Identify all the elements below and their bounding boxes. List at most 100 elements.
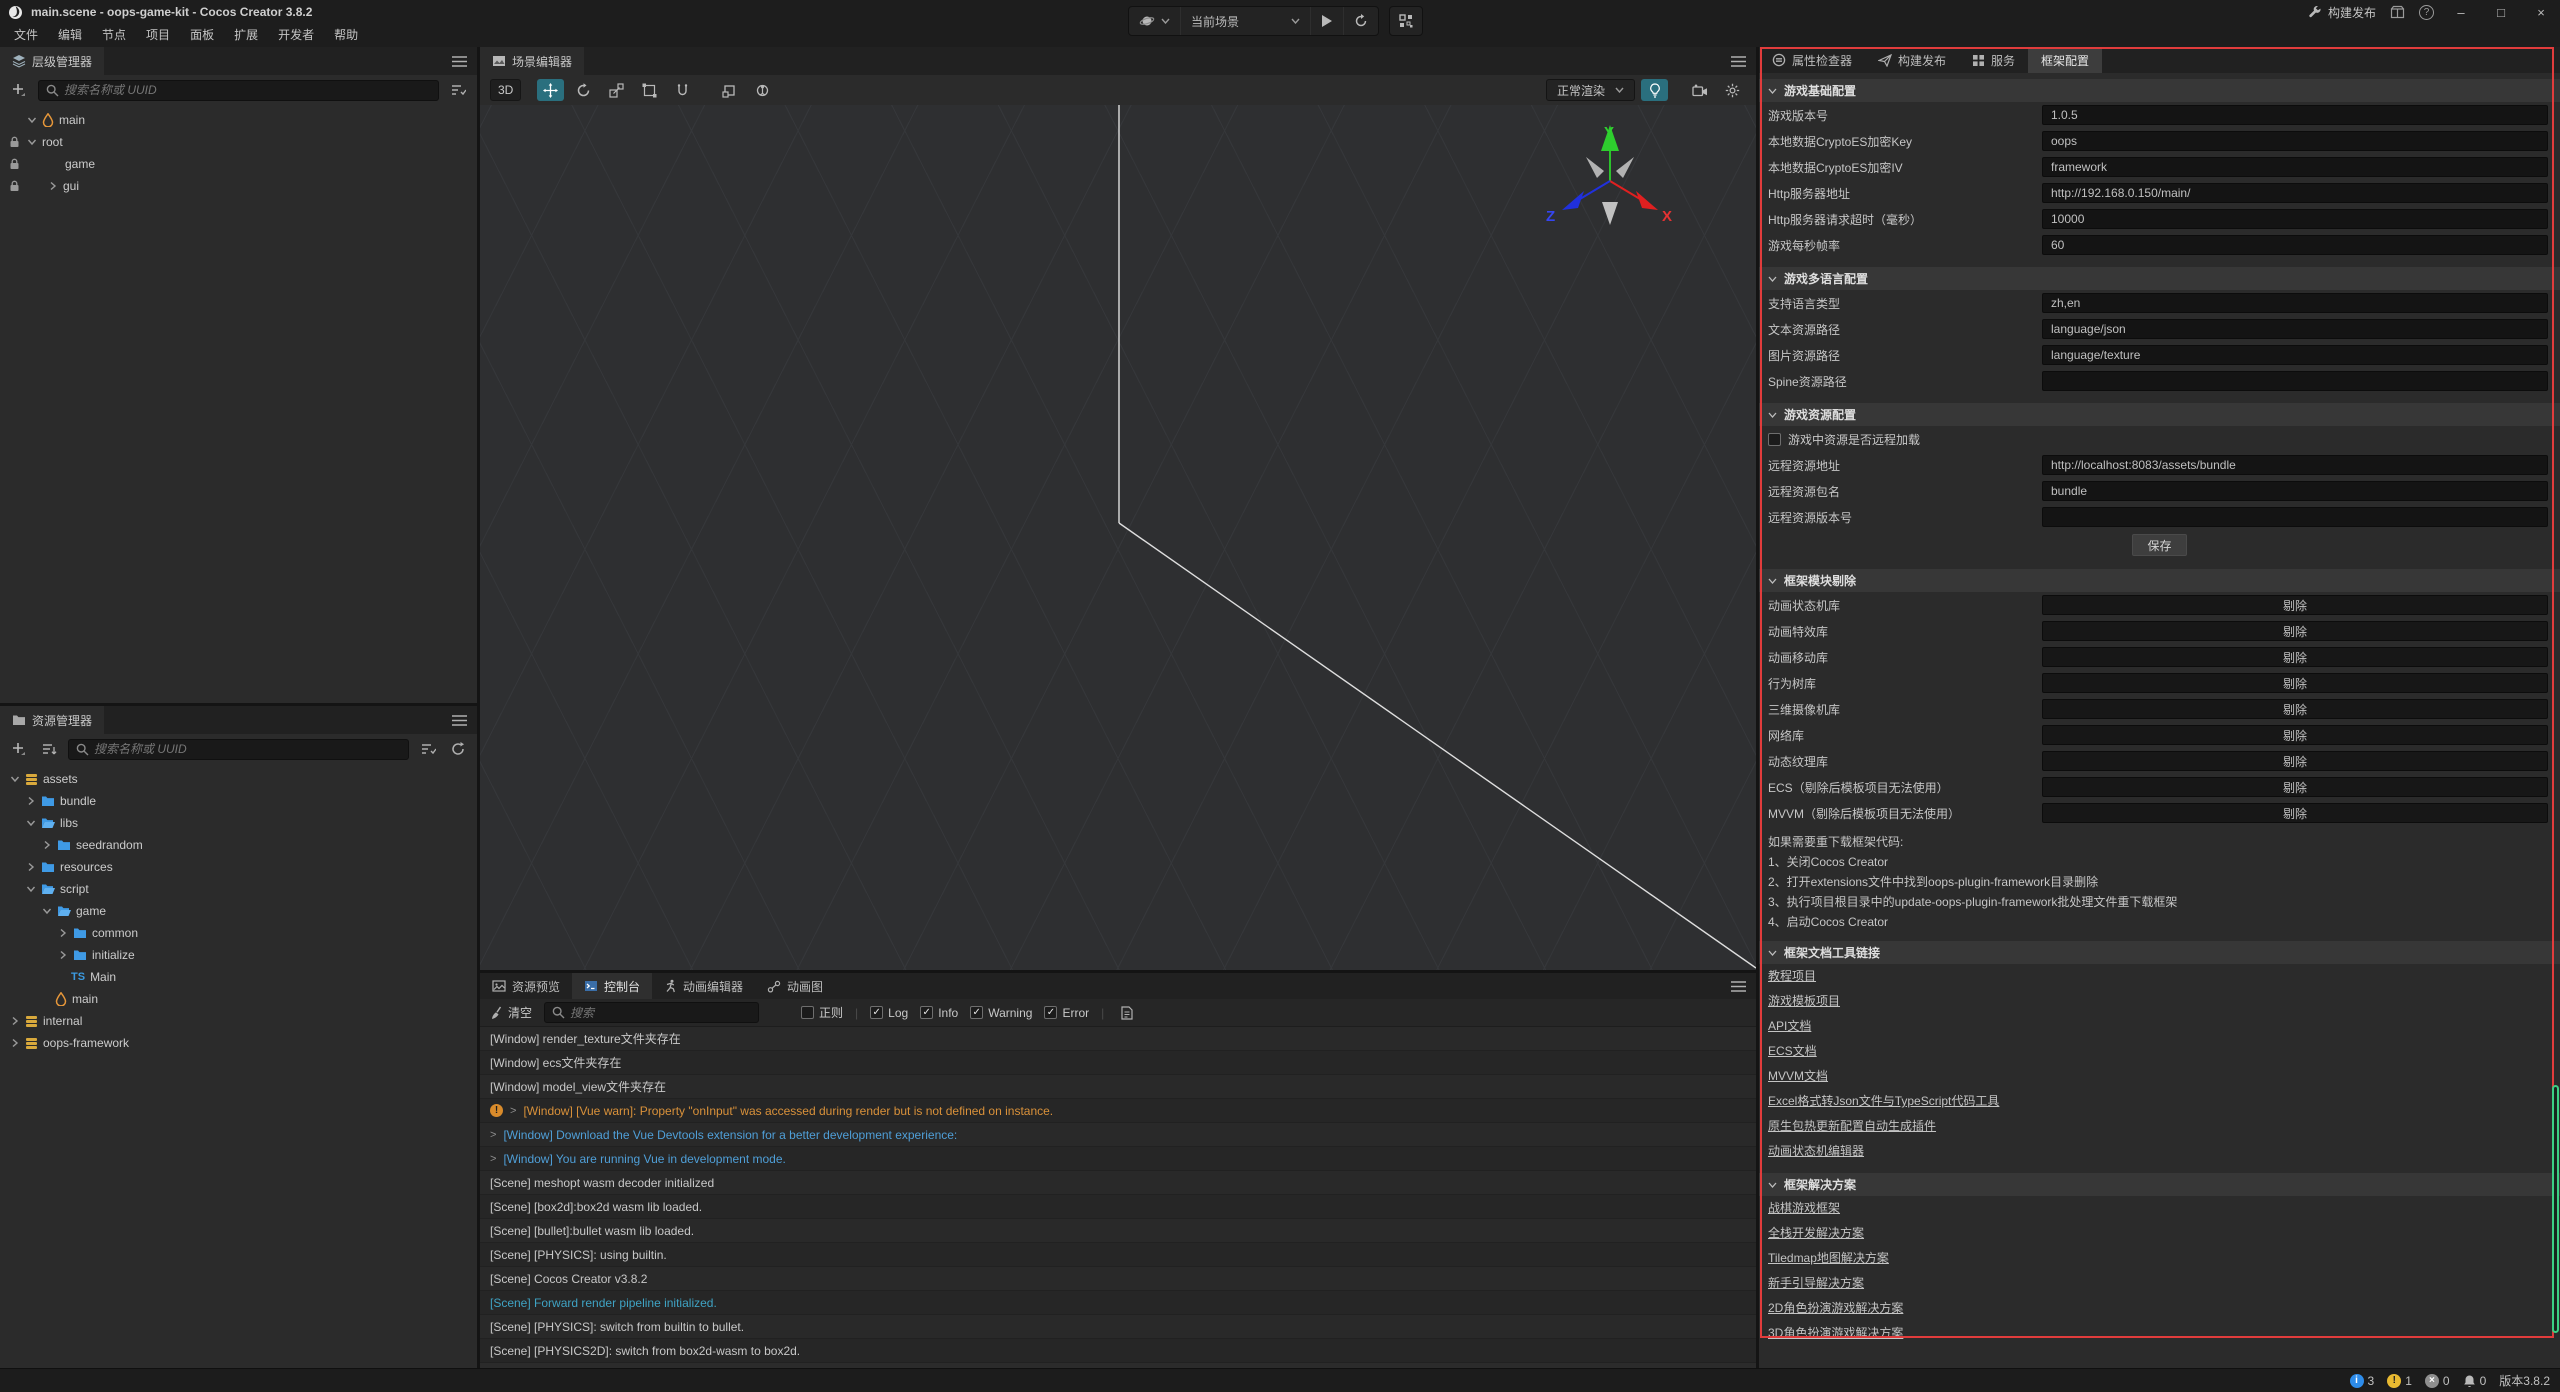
chevron-down-icon[interactable]: [26, 818, 36, 828]
crypto-iv-input[interactable]: [2042, 157, 2548, 177]
asset-node-oops-framework[interactable]: oops-framework: [0, 1032, 477, 1054]
link-fullstack-solution[interactable]: 全栈开发解决方案: [1759, 1221, 1873, 1246]
menu-node[interactable]: 节点: [92, 24, 136, 47]
scale-tool-button[interactable]: [603, 79, 630, 101]
menu-panel[interactable]: 面板: [180, 24, 224, 47]
chevron-right-icon[interactable]: [58, 950, 68, 960]
regex-checkbox[interactable]: 正则: [801, 1004, 843, 1021]
save-button[interactable]: 保存: [2132, 534, 2186, 556]
asset-node-bundle[interactable]: bundle: [0, 790, 477, 812]
tab-framework-config[interactable]: 框架配置: [2028, 47, 2102, 73]
section-module-removal[interactable]: 框架模块剔除: [1759, 569, 2560, 592]
log-row-info[interactable]: > [Window] You are running Vue in develo…: [480, 1147, 1756, 1171]
tab-property-inspector[interactable]: 属性检查器: [1759, 47, 1865, 73]
platform-select[interactable]: [1129, 7, 1181, 35]
remove-camera3d-button[interactable]: 剔除: [2042, 699, 2548, 719]
log-row[interactable]: [Window] model_view文件夹存在: [480, 1075, 1756, 1099]
asset-node-script[interactable]: script: [0, 878, 477, 900]
http-server-input[interactable]: [2042, 183, 2548, 203]
section-solutions[interactable]: 框架解决方案: [1759, 1173, 2560, 1196]
remove-dynamic-texture-button[interactable]: 剔除: [2042, 751, 2548, 771]
info-count[interactable]: i 3: [2350, 1374, 2375, 1388]
chevron-right-icon[interactable]: [26, 796, 36, 806]
chevron-right-icon[interactable]: [58, 928, 68, 938]
asset-node-common[interactable]: common: [0, 922, 477, 944]
scene-select[interactable]: 当前场景: [1181, 7, 1311, 35]
remove-anim-move-button[interactable]: 剔除: [2042, 647, 2548, 667]
asset-node-initialize[interactable]: initialize: [0, 944, 477, 966]
log-file-icon[interactable]: [1116, 1002, 1138, 1024]
hierarchy-search-input[interactable]: [64, 83, 431, 97]
crypto-key-input[interactable]: [2042, 131, 2548, 151]
axis-gizmo[interactable]: Y X Z: [1540, 119, 1680, 239]
warning-count[interactable]: ! 1: [2387, 1374, 2412, 1388]
menu-project[interactable]: 项目: [136, 24, 180, 47]
console-log-list[interactable]: [Window] render_texture文件夹存在 [Window] ec…: [480, 1027, 1756, 1368]
asset-node-main-scene[interactable]: main: [0, 988, 477, 1010]
rotate-tool-button[interactable]: [570, 79, 597, 101]
scene-gear-button[interactable]: [1719, 79, 1746, 101]
log-row[interactable]: [Scene] [PHYSICS]: using builtin.: [480, 1243, 1756, 1267]
assets-search-input[interactable]: [94, 742, 401, 756]
log-row[interactable]: [Scene] [bullet]:bullet wasm lib loaded.: [480, 1219, 1756, 1243]
link-3d-rpg-solution[interactable]: 3D角色扮演游戏解决方案: [1759, 1321, 1912, 1346]
error-count[interactable]: × 0: [2425, 1374, 2450, 1388]
filter-log-checkbox[interactable]: ✓ Log: [870, 1006, 908, 1020]
menu-file[interactable]: 文件: [4, 24, 48, 47]
link-guide-solution[interactable]: 新手引导解决方案: [1759, 1271, 1873, 1296]
section-doc-links[interactable]: 框架文档工具链接: [1759, 941, 2560, 964]
restart-button[interactable]: [1344, 7, 1378, 35]
fps-input[interactable]: [2042, 235, 2548, 255]
expand-icon[interactable]: >: [510, 1105, 516, 1117]
create-asset-button[interactable]: [8, 738, 30, 760]
axis-z-label[interactable]: Z: [1546, 208, 1555, 225]
filter-info-checkbox[interactable]: ✓ Info: [920, 1006, 958, 1020]
section-resource-config[interactable]: 游戏资源配置: [1759, 403, 2560, 426]
link-tutorial-project[interactable]: 教程项目: [1759, 964, 1825, 989]
languages-input[interactable]: [2042, 293, 2548, 313]
lang-spine-path-input[interactable]: [2042, 371, 2548, 391]
log-row[interactable]: [Scene] [PHYSICS2D]: switch from box2d-w…: [480, 1339, 1756, 1363]
inspector-scrollbar[interactable]: [2552, 1085, 2559, 1333]
tab-build-publish[interactable]: 构建发布: [1865, 47, 1959, 73]
tab-asset-preview[interactable]: 资源预览: [480, 973, 572, 999]
lang-texture-path-input[interactable]: [2042, 345, 2548, 365]
tab-scene-editor[interactable]: 场景编辑器: [480, 47, 584, 75]
close-button[interactable]: ×: [2528, 5, 2554, 20]
hierarchy-search[interactable]: [38, 80, 439, 101]
section-basic-config[interactable]: 游戏基础配置: [1759, 79, 2560, 102]
asset-node-seedrandom[interactable]: seedrandom: [0, 834, 477, 856]
chevron-right-icon[interactable]: [26, 862, 36, 872]
http-timeout-input[interactable]: [2042, 209, 2548, 229]
menu-help[interactable]: 帮助: [324, 24, 368, 47]
log-row-highlight[interactable]: [Scene] Forward render pipeline initiali…: [480, 1291, 1756, 1315]
remove-anim-effect-button[interactable]: 剔除: [2042, 621, 2548, 641]
console-search-input[interactable]: [570, 1006, 751, 1020]
remove-anim-statemachine-button[interactable]: 剔除: [2042, 595, 2548, 615]
help-icon[interactable]: ?: [2419, 5, 2434, 20]
menu-extension[interactable]: 扩展: [224, 24, 268, 47]
link-template-project[interactable]: 游戏模板项目: [1759, 989, 1849, 1014]
assets-search[interactable]: [68, 739, 409, 760]
create-node-button[interactable]: [8, 79, 30, 101]
pivot-toggle-button[interactable]: [716, 79, 743, 101]
link-2d-rpg-solution[interactable]: 2D角色扮演游戏解决方案: [1759, 1296, 1912, 1321]
asset-node-main-ts[interactable]: TS Main: [0, 966, 477, 988]
chevron-down-icon[interactable]: [26, 884, 36, 894]
camera-settings-button[interactable]: [1686, 79, 1713, 101]
game-version-input[interactable]: [2042, 105, 2548, 125]
link-wargame-framework[interactable]: 战棋游戏框架: [1759, 1196, 1849, 1221]
tab-animation-graph[interactable]: 动画图: [755, 973, 835, 999]
axis-x-label[interactable]: X: [1662, 208, 1672, 225]
filter-icon[interactable]: [417, 738, 439, 760]
remove-ecs-button[interactable]: 剔除: [2042, 777, 2548, 797]
tab-animation-editor[interactable]: 动画编辑器: [652, 973, 755, 999]
notification-count[interactable]: 0: [2463, 1374, 2487, 1388]
remove-behavior-tree-button[interactable]: 剔除: [2042, 673, 2548, 693]
link-hotupdate-plugin[interactable]: 原生包热更新配置自动生成插件: [1759, 1114, 1945, 1139]
remote-url-input[interactable]: [2042, 455, 2548, 475]
chevron-right-icon[interactable]: [48, 181, 58, 191]
link-excel-tool[interactable]: Excel格式转Json文件与TypeScript代码工具: [1759, 1089, 2008, 1114]
panel-menu-icon[interactable]: [1731, 981, 1746, 992]
tree-node-gui[interactable]: gui: [0, 175, 477, 197]
